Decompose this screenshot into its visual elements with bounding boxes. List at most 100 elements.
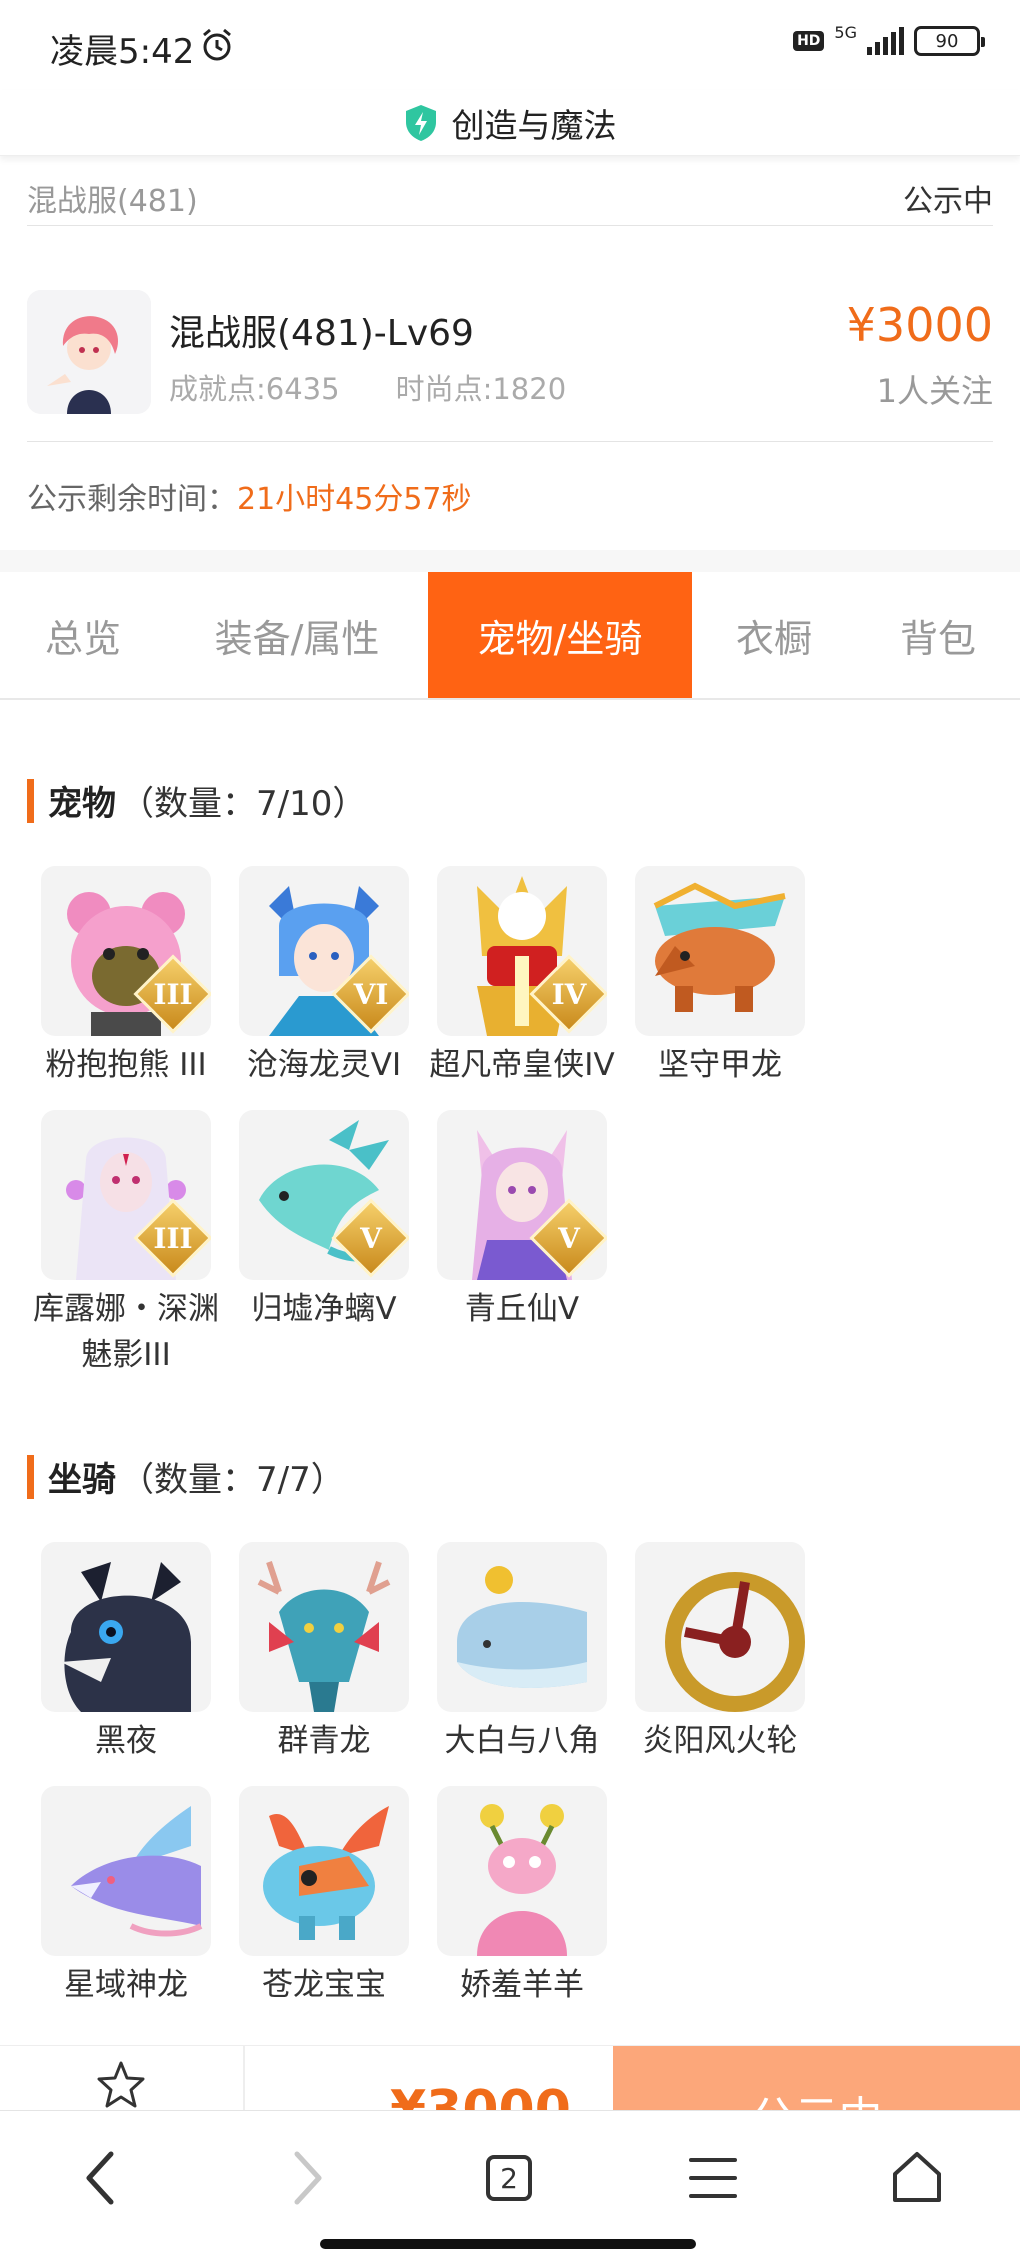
remaining-time: 公示剩余时间：21小时45分57秒 [27, 474, 472, 518]
mount-item[interactable]: 娇羞羊羊 [423, 1786, 621, 2008]
page-header: 创造与魔法 [0, 90, 1020, 156]
status-time: 凌晨5:42 [50, 32, 195, 72]
status-bar: 凌晨5:42 HD 5G 90 [0, 0, 1020, 90]
remaining-value: 21小时45分57秒 [237, 482, 472, 517]
pet-item[interactable]: 坚守甲龙 [621, 866, 819, 1088]
listing-status: 公示中 [903, 183, 993, 219]
pet-name: 坚守甲龙 [658, 1047, 782, 1083]
pet-item[interactable]: V 青丘仙V [423, 1110, 621, 1378]
detail-tabs: 总览 装备/属性 宠物/坐骑 衣橱 背包 [0, 572, 1020, 700]
character-stats: 成就点:6435 时尚点:1820 [169, 366, 566, 408]
tier-badge-text: III [153, 1221, 193, 1255]
shy-sheep-icon [437, 1786, 607, 1956]
star-dragon-icon [41, 1786, 211, 1956]
follower-count: 1人关注 [876, 372, 993, 410]
tab-equipment[interactable]: 装备/属性 [166, 572, 428, 698]
golden-knight-icon: IV [437, 866, 607, 1036]
mount-name: 苍龙宝宝 [262, 1967, 386, 2003]
chevron-right-icon [294, 2151, 322, 2205]
browser-toolbar: 2 [0, 2110, 1020, 2267]
mount-name: 黑夜 [95, 1723, 157, 1759]
white-whale-icon [437, 1542, 607, 1712]
tier-badge-text: IV [551, 977, 587, 1011]
section-marker [27, 1454, 34, 1499]
forward-button[interactable] [262, 2133, 352, 2223]
home-icon [893, 2152, 941, 2202]
pink-bear-icon: III [41, 866, 211, 1036]
abyss-phantom-icon: III [41, 1110, 211, 1280]
pet-name: 库露娜・深渊魅影III [33, 1291, 219, 1373]
night-dragon-icon [41, 1542, 211, 1712]
mounts-title: 坐骑 [48, 1460, 116, 1500]
hd-badge: HD [793, 31, 825, 51]
baby-dragon-icon [239, 1786, 409, 1956]
character-avatar [27, 290, 151, 414]
pet-item[interactable]: VI 沧海龙灵VI [225, 866, 423, 1088]
mounts-count: （数量：7/7） [120, 1460, 345, 1500]
fire-wheel-icon [635, 1542, 805, 1712]
mount-name: 星域神龙 [64, 1967, 188, 2003]
pet-item[interactable]: V 归墟净螭V [225, 1110, 423, 1378]
server-row: 混战服(481) 公示中 [27, 170, 993, 226]
character-price: ¥3000 [846, 298, 993, 352]
pet-name: 归墟净螭V [251, 1291, 397, 1327]
tier-badge-text: V [558, 1221, 580, 1255]
tab-overview[interactable]: 总览 [0, 572, 166, 698]
shield-icon [405, 104, 436, 141]
section-divider [0, 550, 1020, 572]
pet-item[interactable]: III 粉抱抱熊 III [27, 866, 225, 1088]
tier-badge-text: III [153, 977, 193, 1011]
armored-dragon-icon [635, 866, 805, 1036]
page-title: 创造与魔法 [451, 105, 617, 145]
fashion-points: 时尚点:1820 [395, 372, 567, 406]
mount-name: 娇羞羊羊 [460, 1967, 584, 2003]
mount-item[interactable]: 大白与八角 [423, 1542, 621, 1764]
mount-item[interactable]: 星域神龙 [27, 1786, 225, 2008]
tab-count: 2 [486, 2155, 532, 2201]
tab-pets-mounts[interactable]: 宠物/坐骑 [428, 572, 692, 698]
pet-name: 超凡帝皇侠IV [429, 1047, 615, 1083]
sea-dragon-spirit-icon: VI [239, 866, 409, 1036]
signal-icon [867, 27, 904, 55]
server-name: 混战服(481) [27, 183, 198, 219]
mount-item[interactable]: 群青龙 [225, 1542, 423, 1764]
character-name: 混战服(481)-Lv69 [169, 313, 474, 354]
section-marker [27, 778, 34, 823]
mount-name: 炎阳风火轮 [642, 1723, 798, 1759]
mount-item[interactable]: 黑夜 [27, 1542, 225, 1764]
tier-badge-text: VI [353, 977, 389, 1011]
back-button[interactable] [56, 2133, 146, 2223]
fox-fairy-icon: V [437, 1110, 607, 1280]
tier-badge-text: V [360, 1221, 382, 1255]
tab-backpack[interactable]: 背包 [856, 572, 1020, 698]
tabs-button[interactable]: 2 [464, 2133, 554, 2223]
pet-item[interactable]: IV 超凡帝皇侠IV [423, 866, 621, 1088]
pet-name: 青丘仙V [464, 1291, 580, 1327]
pets-title: 宠物 [48, 784, 116, 824]
favorite-star-icon[interactable] [96, 2060, 146, 2110]
character-card[interactable]: 混战服(481)-Lv69 成就点:6435 时尚点:1820 ¥3000 1人… [27, 262, 993, 442]
achievement-points: 成就点:6435 [169, 372, 340, 406]
remaining-label: 公示剩余时间： [27, 482, 237, 517]
alarm-icon [203, 28, 231, 61]
home-button[interactable] [872, 2133, 962, 2223]
battery-level: 90 [935, 30, 959, 52]
pets-grid: III 粉抱抱熊 III VI 沧海龙灵VI IV 超凡帝皇侠IV 坚守甲龙 I… [27, 866, 999, 1400]
mount-name: 群青龙 [277, 1723, 371, 1759]
status-icons: HD 5G 90 [793, 23, 985, 56]
tab-wardrobe[interactable]: 衣橱 [692, 572, 856, 698]
pets-count: （数量：7/10） [120, 784, 367, 824]
purchase-button[interactable]: 公示中 [613, 2046, 1020, 2115]
menu-button[interactable] [668, 2133, 758, 2223]
pet-item[interactable]: III 库露娜・深渊魅影III [27, 1110, 225, 1378]
mount-item[interactable]: 苍龙宝宝 [225, 1786, 423, 2008]
pets-section-header: 宠物 （数量：7/10） [27, 776, 366, 825]
azure-dragon-icon [239, 1542, 409, 1712]
bar-divider [243, 2046, 245, 2115]
chevron-left-icon [86, 2151, 114, 2205]
home-indicator [320, 2239, 696, 2249]
mount-item[interactable]: 炎阳风火轮 [621, 1542, 819, 1764]
mount-name: 大白与八角 [444, 1723, 600, 1759]
pet-name: 粉抱抱熊 III [45, 1047, 207, 1083]
network-type: 5G [834, 23, 857, 42]
